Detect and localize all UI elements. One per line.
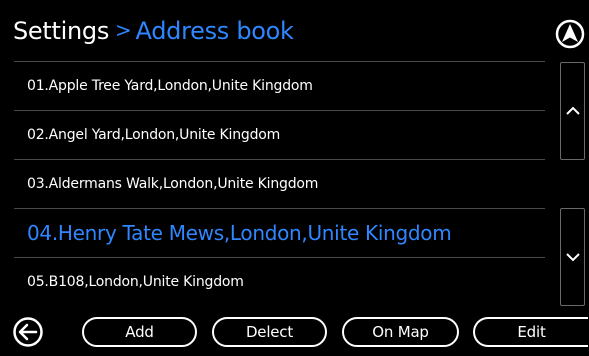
back-arrow-icon xyxy=(13,317,43,347)
scroll-down-button[interactable] xyxy=(560,208,585,306)
scroll-up-button[interactable] xyxy=(560,62,585,160)
edit-button[interactable]: Edit xyxy=(473,317,588,347)
bottom-toolbar: Add Delect On Map Edit xyxy=(0,312,589,356)
back-button[interactable] xyxy=(12,316,44,348)
address-list: 01.Apple Tree Yard,London,Unite Kingdom … xyxy=(14,61,545,306)
address-label: 04.Henry Tate Mews,London,Unite Kingdom xyxy=(27,221,452,245)
list-item[interactable]: 05.B108,London,Unite Kingdom xyxy=(14,257,545,306)
navigation-arrow-icon[interactable] xyxy=(555,19,585,49)
address-label: 03.Aldermans Walk,London,Unite Kingdom xyxy=(27,176,319,192)
list-item[interactable]: 03.Aldermans Walk,London,Unite Kingdom xyxy=(14,159,545,208)
address-label: 01.Apple Tree Yard,London,Unite Kingdom xyxy=(27,78,313,94)
address-label: 02.Angel Yard,London,Unite Kingdom xyxy=(27,127,281,143)
breadcrumb-separator: > xyxy=(115,18,132,42)
chevron-down-icon xyxy=(565,253,580,262)
address-label: 05.B108,London,Unite Kingdom xyxy=(27,274,244,290)
list-item[interactable]: 01.Apple Tree Yard,London,Unite Kingdom xyxy=(14,61,545,110)
delete-button[interactable]: Delect xyxy=(212,317,327,347)
page-title: Address book xyxy=(135,17,294,45)
add-button[interactable]: Add xyxy=(82,317,197,347)
header-bar: Settings > Address book xyxy=(0,0,589,60)
chevron-up-icon xyxy=(565,106,580,115)
list-item-selected[interactable]: 04.Henry Tate Mews,London,Unite Kingdom xyxy=(14,208,545,257)
on-map-button[interactable]: On Map xyxy=(342,317,459,347)
breadcrumb: Settings > Address book xyxy=(13,14,294,49)
breadcrumb-settings[interactable]: Settings xyxy=(13,17,109,45)
list-item[interactable]: 02.Angel Yard,London,Unite Kingdom xyxy=(14,110,545,159)
